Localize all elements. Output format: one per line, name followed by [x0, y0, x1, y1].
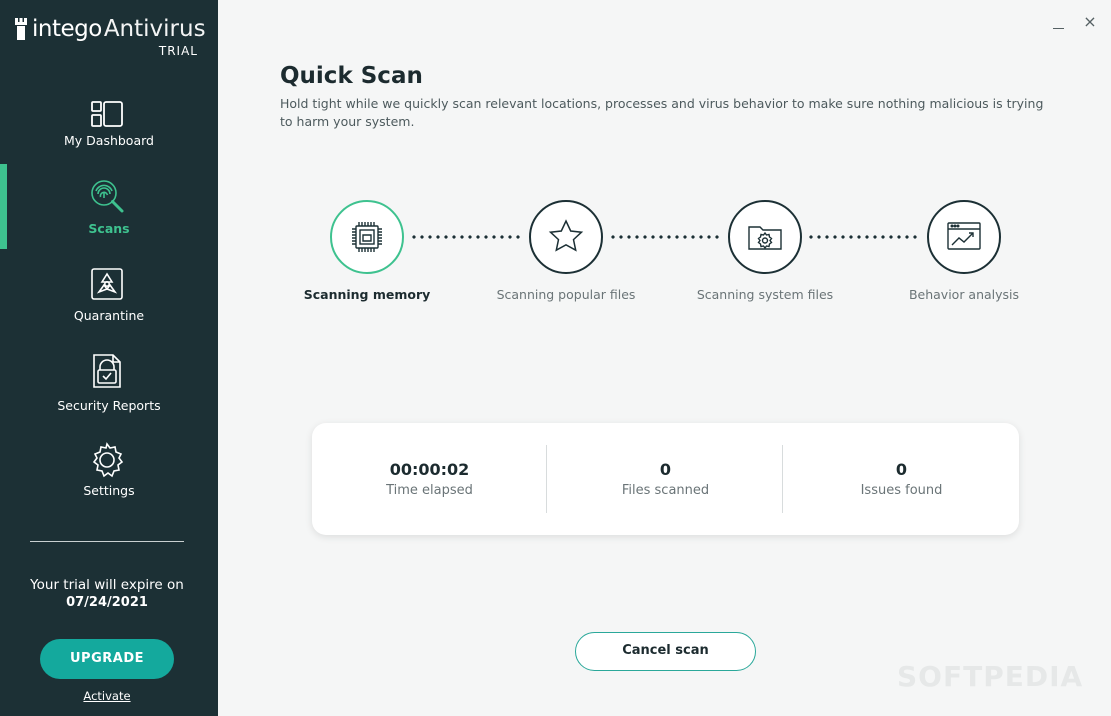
- sidebar-item-label: Security Reports: [57, 398, 161, 413]
- stat-files-scanned: 0 Files scanned: [548, 423, 783, 535]
- sidebar-item-quarantine[interactable]: Quarantine: [0, 266, 218, 350]
- cancel-scan-button[interactable]: Cancel scan: [575, 632, 756, 671]
- sidebar-item-settings[interactable]: Settings: [0, 442, 218, 526]
- stat-caption: Time elapsed: [386, 483, 473, 498]
- stat-issues-found: 0 Issues found: [784, 423, 1019, 535]
- sidebar-divider: [30, 541, 184, 542]
- memory-chip-icon: [352, 222, 382, 252]
- step-circle: [927, 200, 1001, 274]
- stat-caption: Issues found: [860, 483, 943, 498]
- stat-divider: [782, 445, 783, 513]
- sidebar-item-label: My Dashboard: [64, 133, 154, 148]
- stat-value: 00:00:02: [389, 460, 470, 479]
- upgrade-button[interactable]: UPGRADE: [40, 639, 174, 679]
- sidebar: intego Antivirus TRIAL My Dashboard Scan…: [0, 0, 218, 716]
- stat-time-elapsed: 00:00:02 Time elapsed: [312, 423, 547, 535]
- sidebar-item-label: Quarantine: [73, 308, 145, 323]
- biohazard-icon: [91, 268, 123, 300]
- step-label: Behavior analysis: [908, 287, 1020, 302]
- activate-link[interactable]: Activate: [0, 689, 214, 703]
- step-connector: [807, 235, 921, 239]
- step-label: Scanning popular files: [496, 287, 636, 302]
- step-connector: [410, 235, 524, 239]
- step-label: Scanning memory: [303, 287, 431, 302]
- trial-expiry-text: Your trial will expire on: [30, 577, 184, 593]
- edition-label: TRIAL: [158, 44, 198, 58]
- step-circle: [529, 200, 603, 274]
- page-title: Quick Scan: [280, 63, 423, 89]
- report-icon: [93, 354, 121, 388]
- sidebar-item-label: Settings: [83, 483, 135, 498]
- intego-tower-icon: [15, 18, 27, 40]
- step-connector: [609, 235, 723, 239]
- step-circle: [330, 200, 404, 274]
- step-circle: [728, 200, 802, 274]
- stat-value: 0: [659, 460, 672, 479]
- minimize-button[interactable]: [1052, 16, 1066, 30]
- app-logo: intego Antivirus TRIAL: [15, 16, 206, 64]
- gear-icon: [92, 442, 124, 478]
- product-name: Antivirus: [103, 16, 206, 42]
- sidebar-item-dashboard[interactable]: My Dashboard: [0, 96, 218, 180]
- sidebar-item-security-reports[interactable]: Security Reports: [0, 353, 218, 437]
- brand-name: intego: [32, 16, 102, 42]
- dashboard-icon: [91, 101, 123, 127]
- close-button[interactable]: ×: [1083, 14, 1097, 30]
- system-folder-icon: [748, 226, 782, 250]
- step-label: Scanning system files: [696, 287, 834, 302]
- page-subtitle: Hold tight while we quickly scan relevan…: [280, 96, 1044, 129]
- sidebar-item-label: Scans: [88, 221, 130, 236]
- stat-divider: [546, 445, 547, 513]
- stat-caption: Files scanned: [621, 483, 710, 498]
- stat-value: 0: [895, 460, 908, 479]
- scan-stats-card: 00:00:02 Time elapsed 0 Files scanned 0 …: [312, 423, 1019, 535]
- watermark: SOFTPEDIA: [897, 660, 1084, 693]
- behavior-chart-icon: [947, 222, 981, 250]
- sidebar-item-scans[interactable]: Scans: [0, 178, 218, 262]
- fingerprint-scan-icon: [91, 180, 124, 213]
- star-icon: [548, 219, 584, 252]
- trial-expiry-date: 07/24/2021: [66, 595, 148, 610]
